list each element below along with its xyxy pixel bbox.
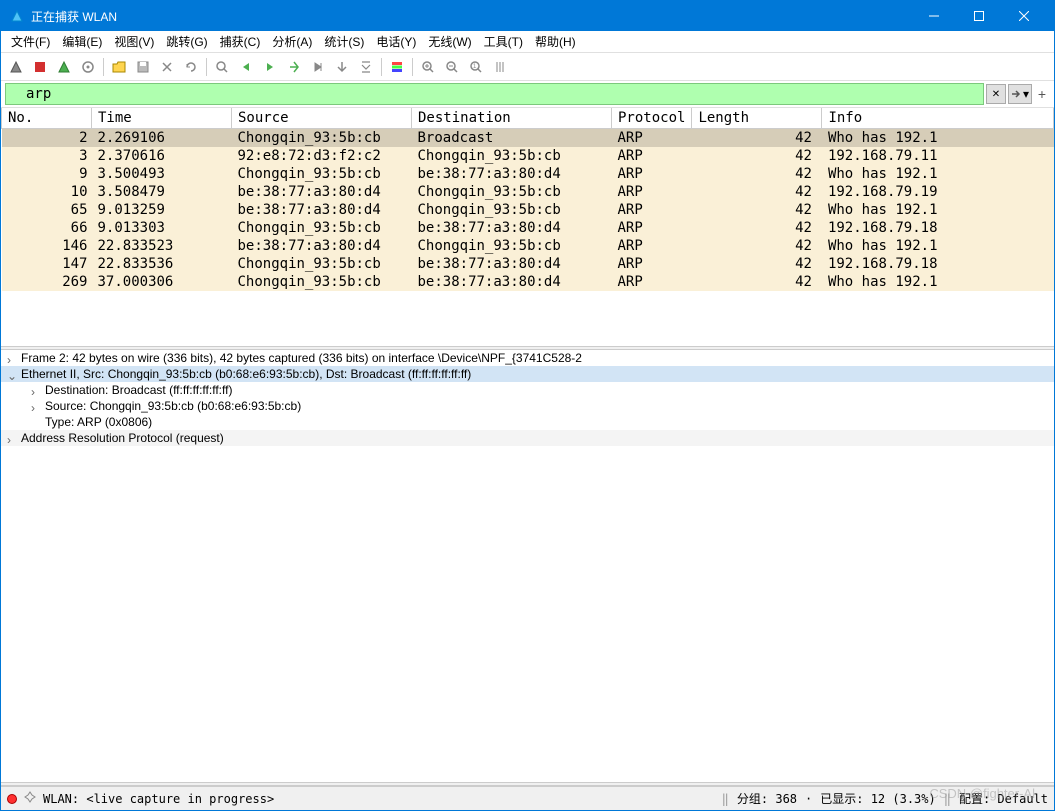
filter-apply-button[interactable]: ▾: [1008, 84, 1032, 104]
zoom-out-icon[interactable]: [441, 56, 463, 78]
menu-capture[interactable]: 捕获(C): [214, 31, 267, 52]
go-back-icon[interactable]: [235, 56, 257, 78]
jump-to-icon[interactable]: [283, 56, 305, 78]
menu-view[interactable]: 视图(V): [108, 31, 160, 52]
chevron-right-icon[interactable]: ›: [31, 401, 41, 415]
column-time[interactable]: Time: [92, 108, 232, 129]
go-first-icon[interactable]: [307, 56, 329, 78]
tree-eth-dst[interactable]: ›Destination: Broadcast (ff:ff:ff:ff:ff:…: [1, 382, 1054, 398]
expert-info-icon[interactable]: [23, 790, 37, 807]
close-file-icon[interactable]: [156, 56, 178, 78]
filter-clear-button[interactable]: ✕: [986, 84, 1006, 104]
titlebar: 正在捕获 WLAN: [1, 1, 1054, 31]
packet-row[interactable]: 22.269106Chongqin_93:5b:cbBroadcastARP42…: [2, 129, 1054, 148]
tree-arp[interactable]: ›Address Resolution Protocol (request): [1, 430, 1054, 446]
menu-wireless[interactable]: 无线(W): [422, 31, 477, 52]
menu-analyze[interactable]: 分析(A): [266, 31, 318, 52]
restart-capture-icon[interactable]: [53, 56, 75, 78]
colorize-icon[interactable]: [386, 56, 408, 78]
column-length[interactable]: Length: [692, 108, 822, 129]
packet-row[interactable]: 669.013303Chongqin_93:5b:cbbe:38:77:a3:8…: [2, 219, 1054, 237]
chevron-down-icon[interactable]: ⌄: [7, 369, 17, 383]
minimize-button[interactable]: [911, 1, 956, 31]
status-profile[interactable]: 配置: Default: [959, 790, 1048, 807]
auto-scroll-icon[interactable]: [355, 56, 377, 78]
packet-row[interactable]: 103.508479be:38:77:a3:80:d4Chongqin_93:5…: [2, 183, 1054, 201]
menu-help[interactable]: 帮助(H): [529, 31, 582, 52]
tree-eth-type[interactable]: Type: ARP (0x0806): [1, 414, 1054, 430]
stop-capture-icon[interactable]: [29, 56, 51, 78]
menubar: 文件(F) 编辑(E) 视图(V) 跳转(G) 捕获(C) 分析(A) 统计(S…: [1, 31, 1054, 53]
packet-row[interactable]: 14722.833536Chongqin_93:5b:cbbe:38:77:a3…: [2, 255, 1054, 273]
packet-row[interactable]: 26937.000306Chongqin_93:5b:cbbe:38:77:a3…: [2, 273, 1054, 291]
filter-bar: ✕ ▾ +: [1, 81, 1054, 108]
packet-row[interactable]: 14622.833523be:38:77:a3:80:d4Chongqin_93…: [2, 237, 1054, 255]
find-packet-icon[interactable]: [211, 56, 233, 78]
menu-phone[interactable]: 电话(Y): [370, 31, 422, 52]
column-destination[interactable]: Destination: [412, 108, 612, 129]
column-protocol[interactable]: Protocol: [612, 108, 692, 129]
chevron-right-icon[interactable]: ›: [31, 385, 41, 399]
column-source[interactable]: Source: [232, 108, 412, 129]
capture-options-icon[interactable]: [77, 56, 99, 78]
go-last-icon[interactable]: [331, 56, 353, 78]
menu-edit[interactable]: 编辑(E): [56, 31, 108, 52]
menu-jump[interactable]: 跳转(G): [160, 31, 213, 52]
column-info[interactable]: Info: [822, 108, 1054, 129]
packet-row[interactable]: 659.013259be:38:77:a3:80:d4Chongqin_93:5…: [2, 201, 1054, 219]
app-icon: [9, 8, 25, 24]
statusbar: WLAN: <live capture in progress> ‖ 分组: 3…: [1, 786, 1054, 810]
status-displayed: 已显示: 12 (3.3%): [820, 790, 935, 807]
packet-list-header[interactable]: No. Time Source Destination Protocol Len…: [2, 108, 1054, 129]
zoom-reset-icon[interactable]: 1: [465, 56, 487, 78]
zoom-in-icon[interactable]: [417, 56, 439, 78]
tree-frame[interactable]: ›Frame 2: 42 bytes on wire (336 bits), 4…: [1, 350, 1054, 366]
status-packets: 分组: 368: [737, 790, 797, 807]
packet-list-pane: No. Time Source Destination Protocol Len…: [1, 108, 1054, 346]
packet-details-pane: ›Frame 2: 42 bytes on wire (336 bits), 4…: [1, 350, 1054, 782]
menu-file[interactable]: 文件(F): [5, 31, 56, 52]
display-filter-input[interactable]: [5, 83, 984, 105]
chevron-right-icon[interactable]: ›: [7, 433, 17, 447]
tree-eth-src[interactable]: ›Source: Chongqin_93:5b:cb (b0:68:e6:93:…: [1, 398, 1054, 414]
close-button[interactable]: [1001, 1, 1046, 31]
status-capture-text: WLAN: <live capture in progress>: [43, 792, 274, 806]
packet-row[interactable]: 32.37061692:e8:72:d3:f2:c2Chongqin_93:5b…: [2, 147, 1054, 165]
column-no[interactable]: No.: [2, 108, 92, 129]
status-dot: ·: [805, 792, 812, 806]
go-forward-icon[interactable]: [259, 56, 281, 78]
tree-ethernet[interactable]: ⌄Ethernet II, Src: Chongqin_93:5b:cb (b0…: [1, 366, 1054, 382]
menu-stats[interactable]: 统计(S): [318, 31, 370, 52]
resize-columns-icon[interactable]: [489, 56, 511, 78]
packet-row[interactable]: 93.500493Chongqin_93:5b:cbbe:38:77:a3:80…: [2, 165, 1054, 183]
capture-active-icon: [7, 794, 17, 804]
maximize-button[interactable]: [956, 1, 1001, 31]
filter-add-button[interactable]: +: [1034, 84, 1050, 104]
open-file-icon[interactable]: [108, 56, 130, 78]
window-title: 正在捕获 WLAN: [31, 8, 911, 25]
start-capture-icon[interactable]: [5, 56, 27, 78]
menu-tools[interactable]: 工具(T): [478, 31, 529, 52]
chevron-right-icon[interactable]: ›: [7, 353, 17, 367]
toolbar: 1: [1, 53, 1054, 81]
reload-icon[interactable]: [180, 56, 202, 78]
save-file-icon[interactable]: [132, 56, 154, 78]
